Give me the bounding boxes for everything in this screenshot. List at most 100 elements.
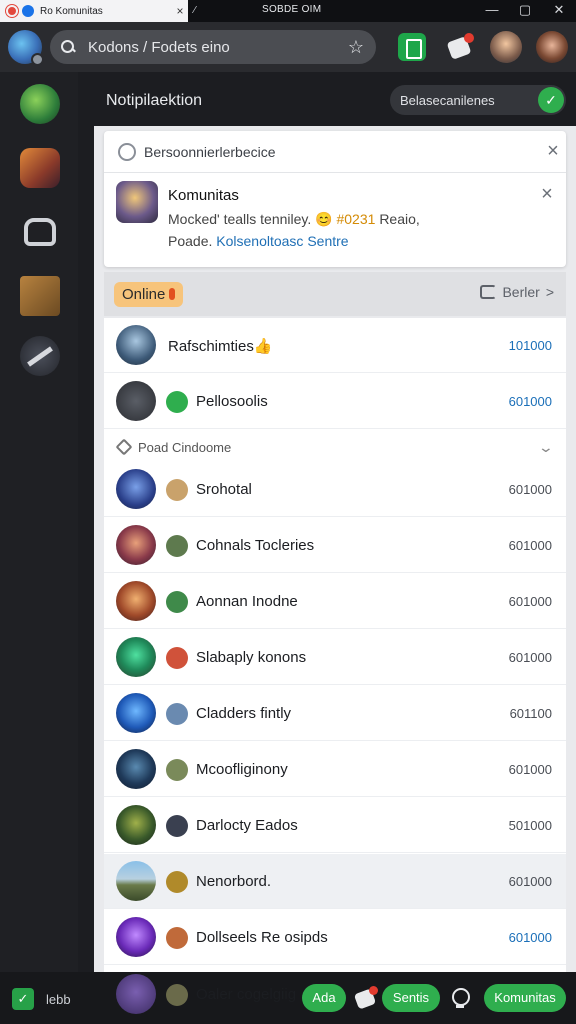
avatar (116, 693, 156, 733)
send-button[interactable]: Sentis (382, 984, 440, 1012)
avatar (116, 581, 156, 621)
member-name: Srohotal (196, 481, 252, 498)
close-window-icon[interactable]: ✕ (551, 2, 567, 18)
notification-item[interactable]: Komunitas Mocked' tealls tenniley. 😊 #02… (104, 173, 566, 267)
mascot-outline (24, 218, 56, 246)
member-score: 601000 (508, 394, 552, 409)
list-item[interactable]: Nenorbord. 601000 (104, 854, 566, 909)
minimize-icon[interactable]: — (484, 2, 500, 18)
member-score: 501000 (508, 818, 552, 833)
avatar (116, 325, 156, 365)
sort-icon (480, 285, 497, 299)
sidebar-mascot-icon[interactable] (20, 212, 60, 252)
community-link[interactable]: Kolsenoltoasc Sentre (216, 233, 348, 249)
maximize-icon[interactable]: ▢ (517, 2, 533, 18)
list-item[interactable]: Aonnan Inodne 601000 (104, 574, 566, 629)
sidebar-server-1[interactable] (20, 84, 60, 124)
member-name: Cladders fintly (196, 705, 292, 722)
sort-button[interactable]: Berler > (480, 284, 554, 300)
thumbs-up-icon: 👍 (253, 338, 273, 355)
notification-header: Bersoonnierlerbecice × (104, 131, 566, 173)
window-titlebar: Ro Komunitas × ⁄ SOBDE OIM — ▢ ✕ (0, 0, 576, 22)
mini-avatar (166, 984, 188, 1006)
message-highlight: 😊 #0231 (315, 211, 376, 227)
section-label: Poad Cindoome (138, 439, 232, 455)
tab-separator: ⁄ (194, 5, 196, 16)
flame-icon (169, 288, 176, 300)
list-item[interactable]: Slabaply konons 601000 (104, 630, 566, 685)
avatar (116, 749, 156, 789)
member-name: Dollseels Re osipds (196, 929, 328, 946)
member-name: Nenorbord. (196, 873, 272, 890)
search-input[interactable]: Kodons / Fodets eino (88, 39, 348, 56)
page-title: Notipilaektion (106, 92, 203, 109)
mini-avatar (166, 815, 188, 837)
member-name: Rafschimties👍 (168, 337, 273, 355)
notification-message: Mocked' tealls tenniley. 😊 #0231 Reaio, (168, 211, 420, 228)
mini-avatar (166, 535, 188, 557)
chevron-down-icon[interactable]: ⌄ (538, 439, 554, 456)
ada-button[interactable]: Ada (302, 984, 346, 1012)
sidebar-server-2[interactable] (20, 148, 60, 188)
sidebar-server-4[interactable] (20, 276, 60, 316)
notification-header-text: Bersoonnierlerbecice (144, 143, 276, 160)
avatar (116, 805, 156, 845)
mini-avatar (166, 591, 188, 613)
avatar (116, 974, 156, 1014)
member-score: 601000 (508, 650, 552, 665)
member-score: 601000 (508, 482, 552, 497)
header-pill-label: Belasecanilenes (400, 92, 495, 108)
member-name-text: Rafschimties (168, 338, 254, 355)
check-icon[interactable]: ✓ (538, 87, 564, 113)
list-item[interactable]: Rafschimties👍 101000 (104, 318, 566, 373)
play-icon (166, 391, 188, 413)
list-item[interactable]: Pellosoolis 601000 (104, 374, 566, 429)
clipboard-icon[interactable] (398, 33, 426, 61)
close-icon[interactable]: × (540, 140, 566, 163)
list-item-partial[interactable]: Oaler cogelgiig (104, 972, 304, 1018)
mini-avatar (166, 759, 188, 781)
notification-submessage: Poade. Kolsenoltoasc Sentre (168, 233, 349, 249)
tab-title: Ro Komunitas (40, 5, 103, 17)
notification-dot-icon (464, 33, 474, 43)
member-list: Rafschimties👍 101000 Pellosoolis 601000 … (104, 318, 566, 986)
status-check-icon[interactable]: ✓ (12, 988, 34, 1010)
avatar (116, 917, 156, 957)
left-sidebar (0, 72, 78, 972)
mini-avatar (166, 479, 188, 501)
account-avatar[interactable] (536, 31, 568, 63)
list-item[interactable]: Dollseels Re osipds 601000 (104, 910, 566, 965)
star-icon[interactable]: ☆ (348, 37, 364, 58)
help-icon[interactable] (450, 986, 470, 1010)
sidebar-server-5[interactable] (20, 336, 60, 376)
community-thumbnail (116, 181, 158, 223)
submessage-text: Poade. (168, 233, 213, 249)
notification-title: Komunitas (168, 187, 239, 204)
list-item[interactable]: Cohnals Tocleries 601000 (104, 518, 566, 573)
dismiss-icon[interactable]: × (534, 183, 560, 206)
member-score: 601000 (508, 762, 552, 777)
notification-card: Bersoonnierlerbecice × Komunitas Mocked'… (104, 131, 566, 267)
online-chip[interactable]: Online (114, 281, 184, 307)
header-action-pill[interactable]: Belasecanilenes ✓ (390, 85, 566, 115)
komunitas-button[interactable]: Komunitas (484, 984, 566, 1012)
profile-avatar[interactable] (8, 30, 44, 66)
list-item[interactable]: Cladders fintly 601100 (104, 686, 566, 741)
extension-puzzle-icon[interactable] (446, 33, 474, 61)
avatar (116, 525, 156, 565)
section-header[interactable]: Poad Cindoome ⌄ (104, 432, 566, 462)
extension-puzzle-icon[interactable] (353, 986, 378, 1010)
shield-icon (115, 438, 133, 456)
friend-avatar[interactable] (490, 31, 522, 63)
list-item[interactable]: Mcoofliginony 601000 (104, 742, 566, 797)
member-score: 601100 (509, 706, 552, 721)
tab-close-icon[interactable]: × (172, 4, 188, 18)
member-score: 601000 (508, 538, 552, 553)
browser-tab[interactable]: Ro Komunitas × (0, 0, 188, 22)
mini-avatar (166, 871, 188, 893)
site-favicon-icon (22, 5, 34, 17)
list-item[interactable]: Darlocty Eados 501000 (104, 798, 566, 853)
member-name: Cohnals Tocleries (196, 537, 315, 554)
search-bar[interactable]: Kodons / Fodets eino ☆ (50, 30, 376, 64)
list-item[interactable]: Srohotal 601000 (104, 462, 566, 517)
